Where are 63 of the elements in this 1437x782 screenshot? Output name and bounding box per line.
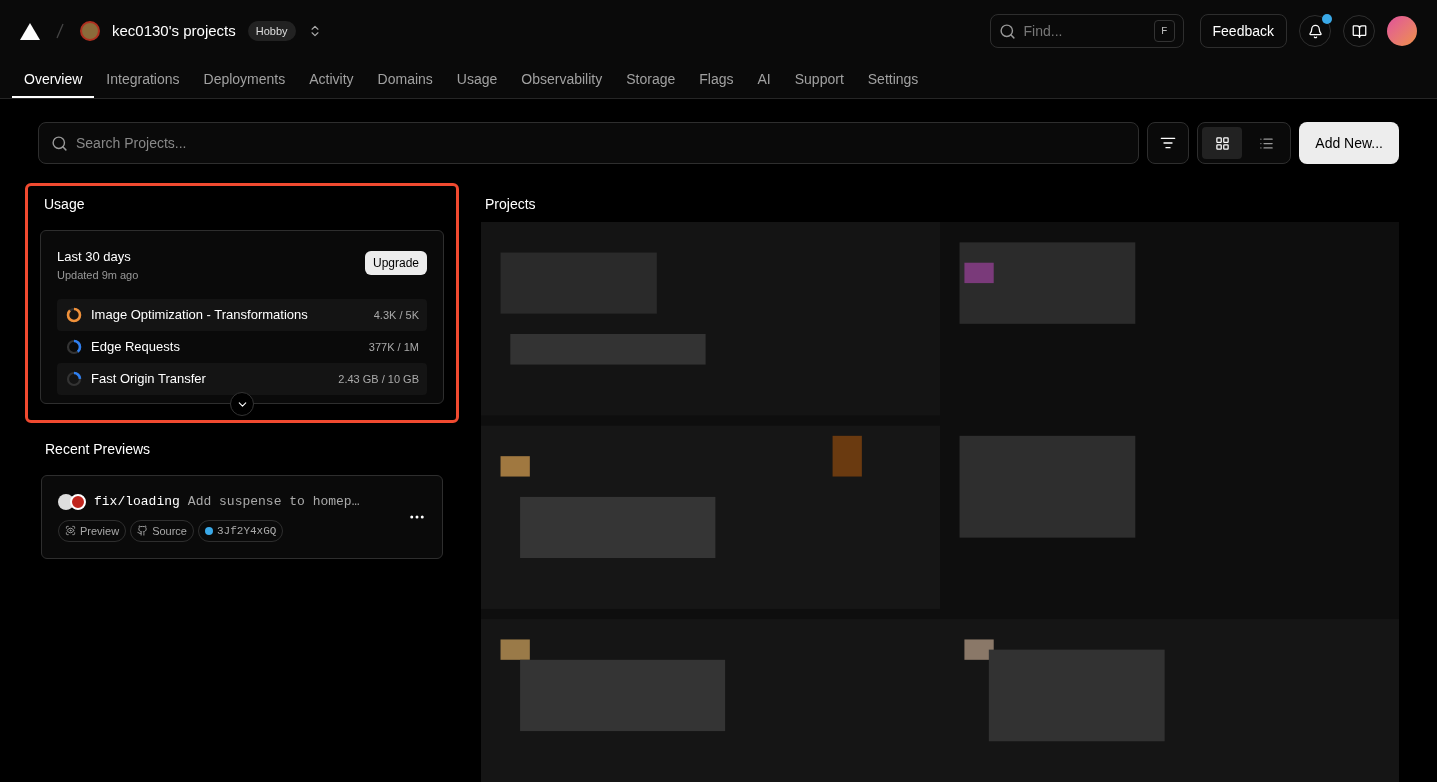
nav-tab[interactable]: Deployments (191, 62, 298, 98)
section-title: Usage (43, 195, 86, 214)
nav-tab[interactable]: Observability (509, 62, 615, 98)
book-icon (1351, 23, 1367, 39)
eye-icon (65, 525, 76, 537)
nav-tab[interactable]: Usage (444, 62, 510, 98)
github-icon (137, 525, 149, 537)
commit-message: Add suspense to homep… (187, 493, 360, 511)
section-title: Recent Previews (44, 440, 152, 459)
nav-tab[interactable]: Support (782, 62, 856, 98)
search-projects-box[interactable]: Search Projects... (38, 122, 1140, 164)
usage-reading: 377K / 1M (368, 339, 419, 355)
tag-label: Source (152, 523, 187, 539)
filter-button[interactable] (1147, 122, 1190, 164)
nav-tab[interactable]: Domains (365, 62, 445, 98)
section-title: Projects (484, 195, 537, 214)
progress-ring-icon (65, 306, 83, 324)
search-icon (51, 134, 68, 152)
grid-view-button[interactable] (1202, 127, 1243, 159)
triangle-logo-icon[interactable] (20, 22, 40, 40)
tag-label: 3Jf2Y4xGQ (217, 523, 277, 539)
team-avatar (80, 21, 100, 41)
usage-reading: 4.3K / 5K (373, 307, 419, 323)
breadcrumb-divider-icon (56, 23, 64, 39)
usage-name: Edge Requests (91, 338, 181, 357)
usage-row[interactable]: Image Optimization - Transformations 4.3K / 5K (57, 299, 427, 331)
usage-name: Fast Origin Transfer (91, 370, 207, 389)
preview-card[interactable]: fix/loading Add suspense to homep… Preview Source 3Jf2Y4xGQ (41, 475, 443, 559)
upgrade-button[interactable]: Upgrade (364, 251, 427, 275)
grid-icon (1214, 135, 1230, 151)
add-new-button[interactable]: Add New... (1299, 122, 1399, 164)
search-projects-field[interactable]: Search Projects... (76, 133, 1127, 153)
nav-tab[interactable]: Flags (687, 62, 746, 98)
progress-ring-icon (65, 338, 83, 356)
usage-name: Image Optimization - Transformations (91, 306, 309, 325)
usage-reading: 2.43 GB / 10 GB (338, 371, 419, 387)
nav-tab[interactable]: Overview (12, 62, 95, 98)
nav-tab[interactable]: Integrations (94, 62, 192, 98)
usage-row[interactable]: Edge Requests 377K / 1M (57, 331, 427, 363)
feedback-button[interactable]: Feedback (1199, 14, 1287, 48)
user-avatar[interactable] (1387, 16, 1417, 46)
shortcut-key: F (1153, 19, 1175, 43)
find-box[interactable]: Find... F (989, 14, 1184, 48)
plan-badge: Hobby (247, 20, 296, 42)
nav-tab[interactable]: AI (745, 62, 783, 98)
updated-text: Updated 9m ago (57, 267, 139, 283)
expand-button[interactable] (230, 392, 254, 416)
progress-ring-icon (65, 370, 83, 388)
search-icon (998, 22, 1016, 40)
tag-label: Preview (80, 523, 120, 539)
nav-tab[interactable]: Settings (855, 62, 931, 98)
usage-row[interactable]: Fast Origin Transfer 2.43 GB / 10 GB (57, 363, 427, 395)
period-title: Last 30 days (57, 248, 132, 266)
bell-icon (1307, 23, 1323, 39)
filter-icon (1160, 135, 1177, 151)
team-name[interactable]: kec0130's projects (112, 19, 236, 43)
nav-tab[interactable]: Activity (297, 62, 366, 98)
nav-tab[interactable]: Storage (614, 62, 688, 98)
user-avatar (70, 493, 86, 510)
list-icon (1258, 135, 1274, 151)
find-field[interactable]: Find... (1023, 21, 1146, 41)
user-avatar (58, 493, 74, 510)
branch-name: fix/loading (94, 493, 180, 511)
